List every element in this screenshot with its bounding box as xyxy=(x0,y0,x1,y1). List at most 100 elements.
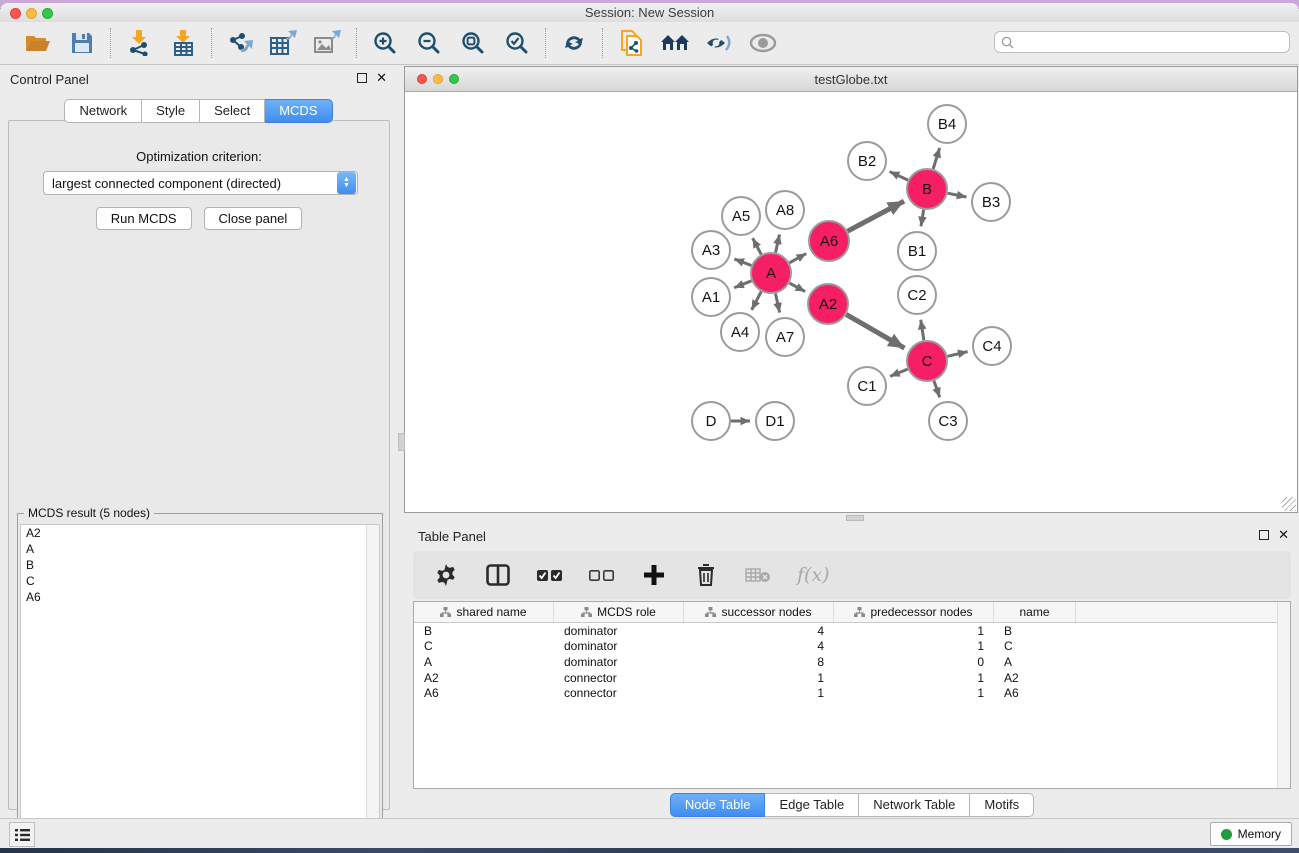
graph-node-A[interactable]: A xyxy=(751,253,791,293)
edge-B-B3[interactable] xyxy=(948,193,967,197)
table-row[interactable]: Cdominator41C xyxy=(414,639,1290,655)
tab-mcds[interactable]: MCDS xyxy=(265,99,332,123)
graph-node-C[interactable]: C xyxy=(907,341,947,381)
edge-C-C2[interactable] xyxy=(921,320,924,341)
search-input[interactable] xyxy=(1018,35,1283,49)
result-list-item[interactable]: A xyxy=(21,541,379,557)
edge-A6-B[interactable] xyxy=(848,201,904,231)
export-table-icon[interactable] xyxy=(269,28,299,58)
zoom-in-icon[interactable] xyxy=(370,28,400,58)
graph-node-C3[interactable]: C3 xyxy=(929,402,967,440)
column-header-MCDS-role[interactable]: MCDS role xyxy=(554,602,684,622)
hide-eye-icon[interactable] xyxy=(704,28,734,58)
task-history-button[interactable] xyxy=(9,822,35,847)
import-table-icon[interactable] xyxy=(168,28,198,58)
graph-node-C4[interactable]: C4 xyxy=(973,327,1011,365)
column-header-successor-nodes[interactable]: successor nodes xyxy=(684,602,834,622)
show-eye-icon[interactable] xyxy=(748,28,778,58)
result-list-item[interactable]: B xyxy=(21,557,379,573)
optimization-criterion-dropdown[interactable]: largest connected component (directed) ▲… xyxy=(43,171,358,195)
network-canvas[interactable]: A A6 A2 B C A1 A3 A4 A5 A7 A8 B1 B2 B3 B4 C1 C2 C3C4 D D1 xyxy=(405,92,1297,512)
tab-edge-table[interactable]: Edge Table xyxy=(765,793,859,817)
graph-node-B1[interactable]: B1 xyxy=(898,232,936,270)
edge-C-C4[interactable] xyxy=(947,352,967,357)
graph-node-D[interactable]: D xyxy=(692,402,730,440)
edge-A-A7[interactable] xyxy=(775,294,779,313)
window-resize-grip[interactable] xyxy=(1282,497,1296,511)
table-row[interactable]: Adominator80A xyxy=(414,654,1290,670)
table-scrollbar[interactable] xyxy=(1277,602,1290,788)
vertical-divider-handle[interactable] xyxy=(398,433,405,451)
edge-A-A8[interactable] xyxy=(776,234,780,252)
edge-A-A5[interactable] xyxy=(753,238,762,254)
tab-motifs[interactable]: Motifs xyxy=(970,793,1034,817)
tab-select[interactable]: Select xyxy=(200,99,265,123)
delete-table-icon[interactable] xyxy=(745,562,771,588)
edge-B-B4[interactable] xyxy=(933,148,939,169)
graph-node-C2[interactable]: C2 xyxy=(898,276,936,314)
tab-network[interactable]: Network xyxy=(64,99,142,123)
graph-node-A7[interactable]: A7 xyxy=(766,318,804,356)
column-header-name[interactable]: name xyxy=(994,602,1076,622)
float-table-panel-icon[interactable] xyxy=(1259,530,1269,540)
clone-network-icon[interactable] xyxy=(616,28,646,58)
apply-layout-icon[interactable] xyxy=(559,28,589,58)
graph-node-A5[interactable]: A5 xyxy=(722,197,760,235)
export-network-icon[interactable] xyxy=(225,28,255,58)
edge-A-A2[interactable] xyxy=(789,283,805,292)
tab-node-table[interactable]: Node Table xyxy=(670,793,766,817)
graph-node-A6[interactable]: A6 xyxy=(809,221,849,261)
tab-network-table[interactable]: Network Table xyxy=(859,793,970,817)
edge-B-B1[interactable] xyxy=(921,210,924,227)
graph-node-D1[interactable]: D1 xyxy=(756,402,794,440)
graph-node-A4[interactable]: A4 xyxy=(721,313,759,351)
close-panel-button[interactable]: Close panel xyxy=(204,207,303,230)
edge-C-C3[interactable] xyxy=(934,381,940,398)
graph-node-B[interactable]: B xyxy=(907,169,947,209)
edge-A-A1[interactable] xyxy=(734,281,751,288)
graph-node-B3[interactable]: B3 xyxy=(972,183,1010,221)
graph-node-A8[interactable]: A8 xyxy=(766,191,804,229)
export-image-icon[interactable] xyxy=(313,28,343,58)
edge-B-B2[interactable] xyxy=(890,172,908,181)
edge-A-A3[interactable] xyxy=(734,259,751,266)
graph-node-A3[interactable]: A3 xyxy=(692,231,730,269)
table-row[interactable]: Bdominator41B xyxy=(414,623,1290,639)
deselect-all-rows-icon[interactable] xyxy=(589,562,615,588)
table-settings-gear-icon[interactable] xyxy=(433,562,459,588)
zoom-selected-icon[interactable] xyxy=(502,28,532,58)
table-row[interactable]: A2connector11A2 xyxy=(414,670,1290,686)
horizontal-divider-handle[interactable] xyxy=(846,515,864,521)
edge-A2-C[interactable] xyxy=(846,314,904,348)
column-header-shared-name[interactable]: shared name xyxy=(414,602,554,622)
search-field[interactable] xyxy=(994,31,1290,53)
column-header-predecessor-nodes[interactable]: predecessor nodes xyxy=(834,602,994,622)
result-list-scrollbar[interactable] xyxy=(366,525,379,847)
column-manager-icon[interactable] xyxy=(485,562,511,588)
houses-icon[interactable] xyxy=(660,28,690,58)
run-mcds-button[interactable]: Run MCDS xyxy=(96,207,192,230)
delete-column-trash-icon[interactable] xyxy=(693,562,719,588)
edge-C-C1[interactable] xyxy=(890,369,908,376)
table-row[interactable]: A6connector11A6 xyxy=(414,685,1290,701)
graph-node-A2[interactable]: A2 xyxy=(808,284,848,324)
edge-A-A6[interactable] xyxy=(789,254,806,263)
select-all-rows-icon[interactable] xyxy=(537,562,563,588)
zoom-out-icon[interactable] xyxy=(414,28,444,58)
graph-node-B2[interactable]: B2 xyxy=(848,142,886,180)
graph-node-C1[interactable]: C1 xyxy=(848,367,886,405)
result-list-item[interactable]: A2 xyxy=(21,525,379,541)
zoom-fit-icon[interactable] xyxy=(458,28,488,58)
save-session-icon[interactable] xyxy=(67,28,97,58)
create-column-icon[interactable] xyxy=(641,562,667,588)
result-list-item[interactable]: A6 xyxy=(21,589,379,605)
tab-style[interactable]: Style xyxy=(142,99,200,123)
open-session-icon[interactable] xyxy=(23,28,53,58)
close-panel-icon[interactable]: ✕ xyxy=(376,73,387,83)
close-table-panel-icon[interactable]: ✕ xyxy=(1278,530,1289,540)
function-builder-icon[interactable]: f(x) xyxy=(797,564,830,586)
graph-node-B4[interactable]: B4 xyxy=(928,105,966,143)
graph-node-A1[interactable]: A1 xyxy=(692,278,730,316)
float-panel-icon[interactable] xyxy=(357,73,367,83)
edge-A-A4[interactable] xyxy=(752,292,762,310)
